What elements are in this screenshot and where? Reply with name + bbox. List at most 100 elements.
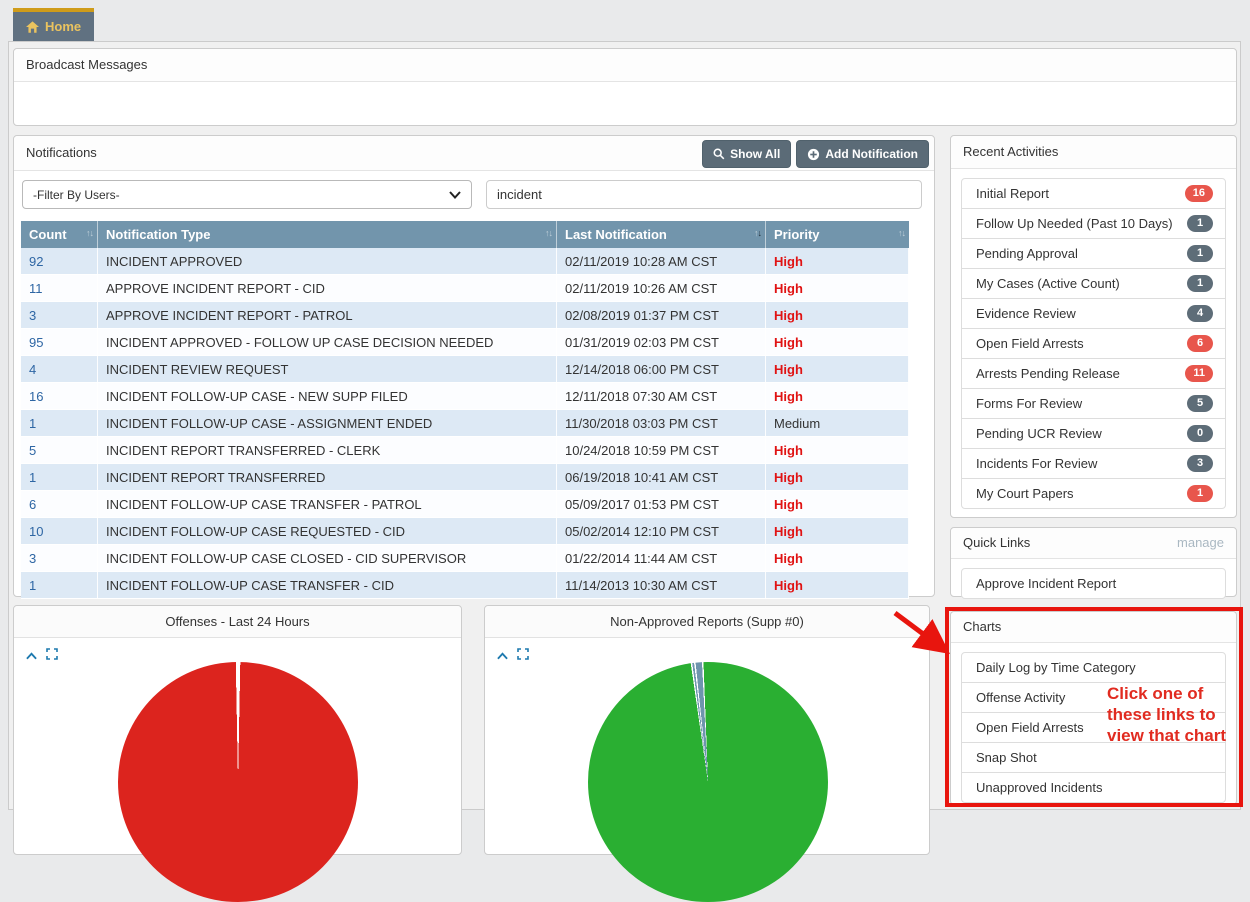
broadcast-messages-title: Broadcast Messages [14,49,1236,82]
notification-type-cell: INCIDENT REVIEW REQUEST [98,356,557,382]
table-row: 1 INCIDENT REPORT TRANSFERRED 06/19/2018… [21,464,909,491]
count-badge: 3 [1187,455,1213,472]
header-notification-type[interactable]: Notification Type ↑↓ [98,221,557,248]
tab-home-label: Home [45,19,81,34]
add-notification-button[interactable]: Add Notification [796,140,929,168]
charts-title: Charts [951,612,1236,643]
priority-cell: High [766,329,909,355]
activity-link[interactable]: Incidents For Review 3 [961,448,1226,479]
priority-cell: High [766,437,909,463]
activity-label: Open Field Arrests [976,336,1084,351]
quick-links-list: Approve Incident Report [961,568,1226,599]
table-row: 3 INCIDENT FOLLOW-UP CASE CLOSED - CID S… [21,545,909,572]
count-link[interactable]: 95 [21,329,98,355]
collapse-icon[interactable] [26,647,37,665]
activity-label: Arrests Pending Release [976,366,1120,381]
notification-type-cell: APPROVE INCIDENT REPORT - PATROL [98,302,557,328]
table-row: 1 INCIDENT FOLLOW-UP CASE - ASSIGNMENT E… [21,410,909,437]
last-notification-cell: 11/30/2018 03:03 PM CST [557,410,766,436]
offenses-chart-panel: Offenses - Last 24 Hours [13,605,462,855]
header-priority[interactable]: Priority ↑↓ [766,221,909,248]
activity-link[interactable]: Evidence Review 4 [961,298,1226,329]
header-last-notification[interactable]: Last Notification ↑↓ [557,221,766,248]
chart-link[interactable]: Open Field Arrests [961,712,1226,743]
activity-label: Forms For Review [976,396,1082,411]
table-row: 11 APPROVE INCIDENT REPORT - CID 02/11/2… [21,275,909,302]
activity-link[interactable]: Forms For Review 5 [961,388,1226,419]
notification-type-cell: INCIDENT FOLLOW-UP CASE REQUESTED - CID [98,518,557,544]
priority-cell: High [766,518,909,544]
activity-link[interactable]: My Court Papers 1 [961,478,1226,509]
notification-type-cell: INCIDENT FOLLOW-UP CASE TRANSFER - CID [98,572,557,598]
manage-link[interactable]: manage [1177,528,1224,558]
last-notification-cell: 11/14/2013 10:30 AM CST [557,572,766,598]
recent-activities-list: Initial Report 16 Follow Up Needed (Past… [961,178,1226,509]
activity-link[interactable]: Arrests Pending Release 11 [961,358,1226,389]
priority-cell: High [766,302,909,328]
quick-links-panel: Quick Links manage Approve Incident Repo… [950,527,1237,597]
expand-icon[interactable] [517,647,529,665]
count-badge: 0 [1187,425,1213,442]
count-link[interactable]: 16 [21,383,98,409]
plus-circle-icon [807,148,820,161]
notification-type-cell: INCIDENT REPORT TRANSFERRED - CLERK [98,437,557,463]
notifications-table-body: 92 INCIDENT APPROVED 02/11/2019 10:28 AM… [21,248,909,599]
quick-link[interactable]: Approve Incident Report [961,568,1226,599]
count-link[interactable]: 11 [21,275,98,301]
tab-bar: Home [13,8,94,41]
priority-cell: High [766,356,909,382]
collapse-icon[interactable] [497,647,508,665]
chart-link[interactable]: Unapproved Incidents [961,772,1226,803]
count-link[interactable]: 6 [21,491,98,517]
count-link[interactable]: 1 [21,572,98,598]
count-link[interactable]: 1 [21,464,98,490]
priority-cell: High [766,248,909,274]
notifications-table: Count ↑↓ Notification Type ↑↓ Last Notif… [21,221,909,599]
table-row: 95 INCIDENT APPROVED - FOLLOW UP CASE DE… [21,329,909,356]
priority-cell: High [766,275,909,301]
notification-type-cell: INCIDENT FOLLOW-UP CASE TRANSFER - PATRO… [98,491,557,517]
activity-link[interactable]: Pending UCR Review 0 [961,418,1226,449]
sort-icon-active: ↑↓ [754,228,761,238]
notifications-panel: Notifications Show All Add Notification … [13,135,935,597]
chart-link[interactable]: Daily Log by Time Category [961,652,1226,683]
filter-users-select[interactable]: -Filter By Users- [22,180,472,209]
tab-home[interactable]: Home [13,8,94,41]
activity-link[interactable]: Pending Approval 1 [961,238,1226,269]
count-link[interactable]: 3 [21,545,98,571]
sort-icon: ↑↓ [86,228,93,238]
table-row: 6 INCIDENT FOLLOW-UP CASE TRANSFER - PAT… [21,491,909,518]
activity-label: Incidents For Review [976,456,1097,471]
chevron-down-icon [449,188,461,202]
count-link[interactable]: 92 [21,248,98,274]
count-badge: 4 [1187,305,1213,322]
activity-label: My Cases (Active Count) [976,276,1120,291]
count-link[interactable]: 3 [21,302,98,328]
search-input[interactable] [486,180,922,209]
chart-link[interactable]: Snap Shot [961,742,1226,773]
activity-label: Initial Report [976,186,1049,201]
count-link[interactable]: 1 [21,410,98,436]
count-badge: 11 [1185,365,1213,382]
header-count[interactable]: Count ↑↓ [21,221,98,248]
show-all-button[interactable]: Show All [702,140,791,168]
table-row: 10 INCIDENT FOLLOW-UP CASE REQUESTED - C… [21,518,909,545]
sort-icon: ↑↓ [545,228,552,238]
activity-link[interactable]: Initial Report 16 [961,178,1226,209]
charts-links-list: Daily Log by Time Category Offense Activ… [961,652,1226,803]
activity-label: My Court Papers [976,486,1074,501]
expand-icon[interactable] [46,647,58,665]
activity-link[interactable]: Follow Up Needed (Past 10 Days) 1 [961,208,1226,239]
count-link[interactable]: 4 [21,356,98,382]
priority-cell: Medium [766,410,909,436]
notifications-title: Notifications [26,145,97,160]
count-link[interactable]: 5 [21,437,98,463]
priority-cell: High [766,491,909,517]
count-link[interactable]: 10 [21,518,98,544]
table-row: 92 INCIDENT APPROVED 02/11/2019 10:28 AM… [21,248,909,275]
activity-link[interactable]: Open Field Arrests 6 [961,328,1226,359]
table-row: 3 APPROVE INCIDENT REPORT - PATROL 02/08… [21,302,909,329]
recent-activities-title: Recent Activities [951,136,1236,169]
activity-link[interactable]: My Cases (Active Count) 1 [961,268,1226,299]
chart-link[interactable]: Offense Activity [961,682,1226,713]
